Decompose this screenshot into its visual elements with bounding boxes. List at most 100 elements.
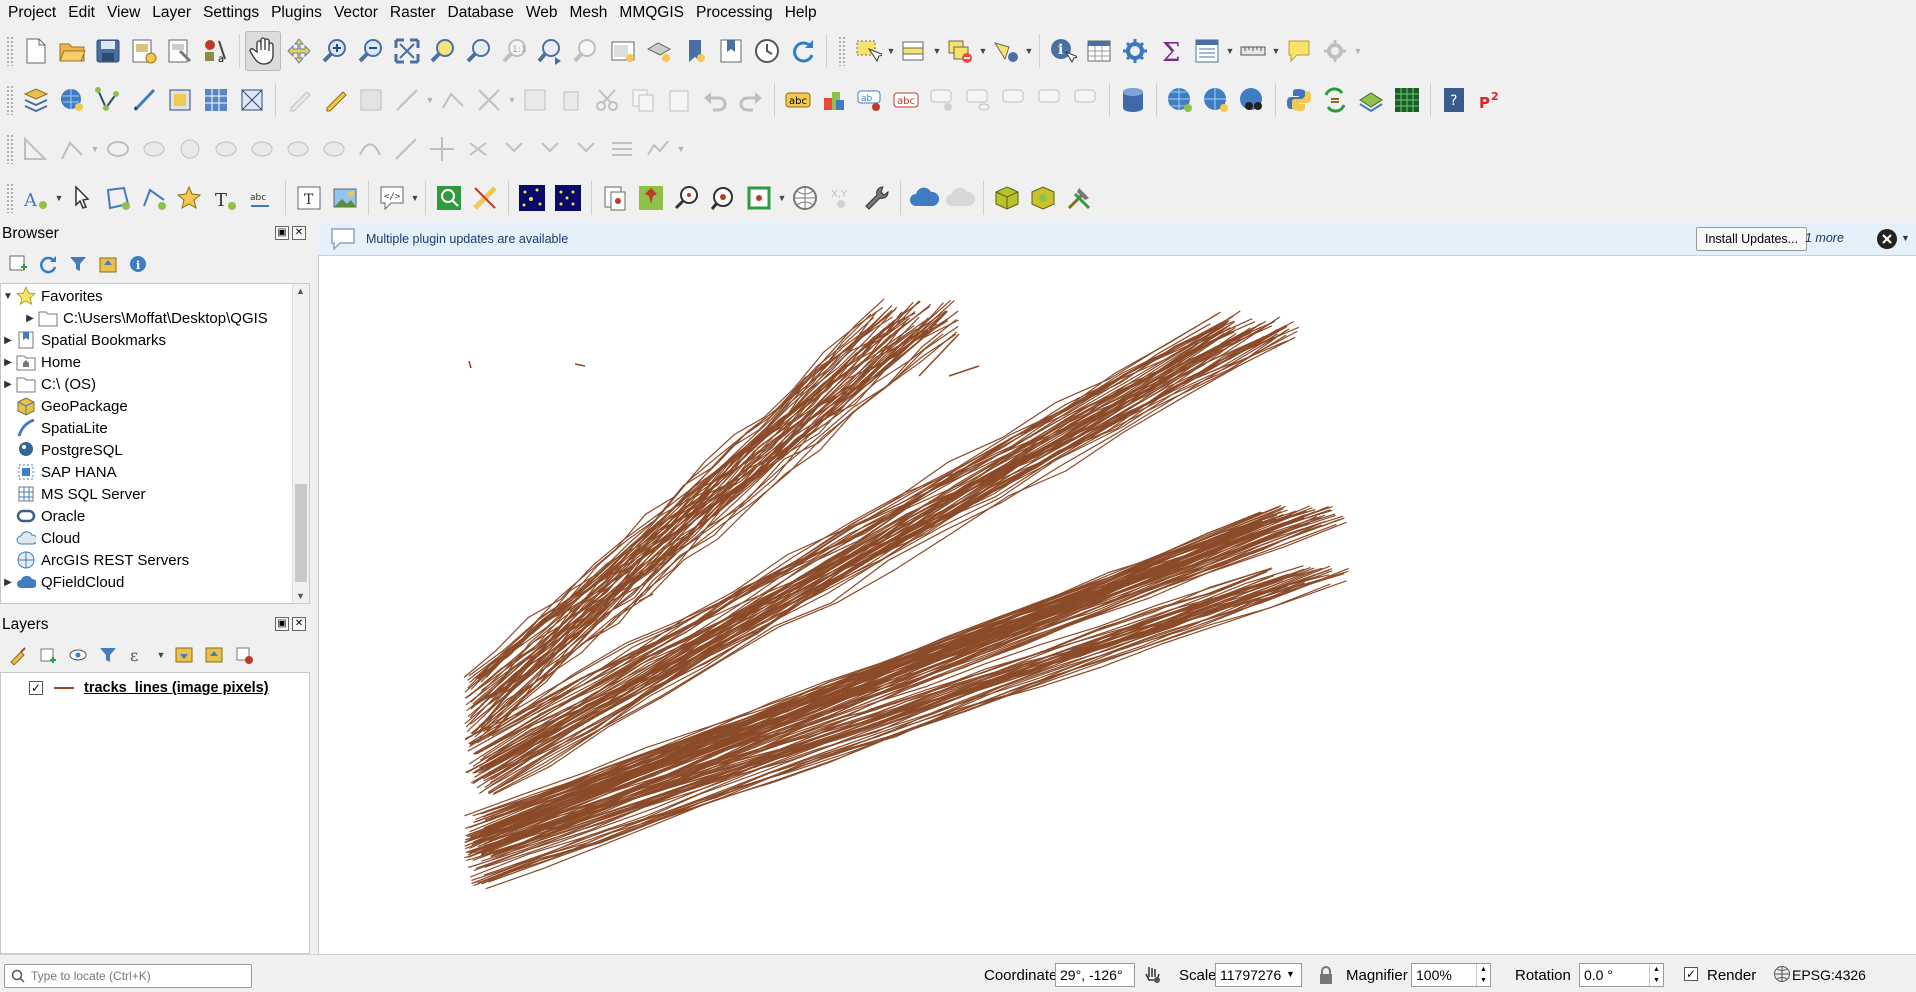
stars-plugin-icon[interactable]: [514, 178, 550, 218]
menu-edit[interactable]: Edit: [62, 0, 101, 25]
collapse-all-icon[interactable]: [96, 252, 120, 276]
menu-web[interactable]: Web: [520, 0, 564, 25]
browser-item-home[interactable]: ▶ Home: [1, 351, 81, 373]
text-annotation-icon[interactable]: T: [291, 178, 327, 218]
open-project-icon[interactable]: [54, 31, 90, 71]
filter-expression-icon[interactable]: ε: [126, 643, 150, 667]
multi-edit-dropdown-arrow[interactable]: ▼: [507, 80, 517, 120]
menu-mesh[interactable]: Mesh: [564, 0, 614, 25]
layer-item-tracks-lines[interactable]: ✓ tracks_lines (image pixels): [29, 677, 269, 699]
identify-features-icon[interactable]: i: [1045, 31, 1081, 71]
html-annotation-icon[interactable]: </>: [374, 178, 410, 218]
layout-manager-icon[interactable]: [162, 31, 198, 71]
menu-layer[interactable]: Layer: [146, 0, 197, 25]
locate-search-icon[interactable]: [431, 178, 467, 218]
float-panel-icon[interactable]: ▣: [275, 226, 289, 240]
extent-dropdown-arrow[interactable]: ▼: [777, 178, 787, 218]
browser-item-qfieldcloud[interactable]: ▶ QFieldCloud: [1, 571, 124, 593]
stars-grid-plugin-icon[interactable]: [550, 178, 586, 218]
annotation-text-icon[interactable]: A: [18, 178, 54, 218]
browser-item-spatialite[interactable]: SpatiaLite: [1, 417, 108, 439]
browser-item-favorites[interactable]: ▼ Favorites: [1, 285, 103, 307]
move-diagram-icon[interactable]: [1068, 80, 1104, 120]
toolbar-grip[interactable]: [6, 84, 14, 115]
plugin-reloader-icon[interactable]: [1317, 80, 1353, 120]
package-sync-icon[interactable]: [1025, 178, 1061, 218]
browser-item-qgis-folder[interactable]: ▶ C:\Users\Moffat\Desktop\QGIS: [23, 307, 268, 329]
layer-diagram-icon[interactable]: [816, 80, 852, 120]
wrench-tool-icon[interactable]: [859, 178, 895, 218]
new-project-icon[interactable]: [18, 31, 54, 71]
layer-labeling-icon[interactable]: abc: [780, 80, 816, 120]
zoom-in-icon[interactable]: [317, 31, 353, 71]
rotate-label-icon[interactable]: [996, 80, 1032, 120]
merge-features-icon[interactable]: [496, 129, 532, 169]
browser-item-mssql[interactable]: MS SQL Server: [1, 483, 145, 505]
close-message-icon[interactable]: [1876, 228, 1898, 250]
menu-raster[interactable]: Raster: [384, 0, 442, 25]
zoom-point-icon[interactable]: [705, 178, 741, 218]
menu-plugins[interactable]: Plugins: [265, 0, 328, 25]
globe-tool-icon[interactable]: [787, 178, 823, 218]
open-attribute-table-icon[interactable]: [1081, 31, 1117, 71]
layer-visibility-checkbox[interactable]: ✓: [29, 681, 43, 695]
reshape-features-icon[interactable]: [280, 129, 316, 169]
add-virtual-layer-icon[interactable]: [162, 80, 198, 120]
menu-settings[interactable]: Settings: [197, 0, 265, 25]
current-edits-icon[interactable]: [281, 80, 317, 120]
expand-all-icon[interactable]: [172, 643, 196, 667]
cut-features-icon[interactable]: [589, 80, 625, 120]
add-mesh-layer-icon[interactable]: [234, 80, 270, 120]
reverse-line-icon[interactable]: [352, 129, 388, 169]
select-dropdown-arrow[interactable]: ▼: [886, 31, 896, 71]
text-along-line-icon[interactable]: abc: [244, 178, 280, 218]
deselect-features-icon[interactable]: [942, 31, 978, 71]
select-by-value-icon[interactable]: [896, 31, 932, 71]
rotation-spinner[interactable]: ▲ ▼: [1649, 964, 1663, 986]
measure-tool-icon[interactable]: [467, 178, 503, 218]
menu-view[interactable]: View: [101, 0, 146, 25]
expand-arrow-icon[interactable]: ▶: [1, 357, 15, 368]
message-dropdown-arrow[interactable]: ▼: [1901, 233, 1910, 243]
show-hide-labels-icon[interactable]: [960, 80, 996, 120]
cloud-download-icon[interactable]: [942, 178, 978, 218]
deselect-dropdown-arrow[interactable]: ▼: [978, 31, 988, 71]
measure-line-icon[interactable]: [1235, 31, 1271, 71]
toolbar-grip[interactable]: [6, 133, 14, 164]
add-part-icon[interactable]: [136, 129, 172, 169]
extent-tool-icon[interactable]: [741, 178, 777, 218]
zoom-out-icon[interactable]: [353, 31, 389, 71]
locator-search-field[interactable]: Type to locate (Ctrl+K): [4, 964, 252, 988]
browser-scrollbar[interactable]: ▲ ▼: [292, 284, 309, 603]
create-polygon-annotation-icon[interactable]: [100, 178, 136, 218]
html-annotation-dropdown-arrow[interactable]: ▼: [410, 178, 420, 218]
browser-item-oracle[interactable]: Oracle: [1, 505, 85, 527]
menu-database[interactable]: Database: [442, 0, 520, 25]
magnifier-spinner[interactable]: ▲ ▼: [1476, 964, 1490, 986]
refresh-icon[interactable]: [785, 31, 821, 71]
attribute-table-dropdown-arrow[interactable]: ▼: [1225, 31, 1235, 71]
annotation-dropdown-arrow[interactable]: ▼: [54, 178, 64, 218]
mouse-coordinate-toggle-icon[interactable]: [1142, 965, 1162, 989]
cloud-upload-icon[interactable]: [906, 178, 942, 218]
browser-item-postgresql[interactable]: PostgreSQL: [1, 439, 123, 461]
advanced-digitizing-icon[interactable]: [18, 129, 54, 169]
xy-tool-icon[interactable]: X,Y: [823, 178, 859, 218]
menu-help[interactable]: Help: [779, 0, 823, 25]
toolbar-grip[interactable]: [6, 35, 14, 66]
more-messages-link[interactable]: 1 more: [1805, 231, 1844, 245]
map-tips-icon[interactable]: [1281, 31, 1317, 71]
lock-scale-icon[interactable]: [1318, 965, 1334, 989]
delete-ring-icon[interactable]: [208, 129, 244, 169]
paste-features-icon[interactable]: [661, 80, 697, 120]
zoom-to-layer-icon[interactable]: [461, 31, 497, 71]
redo-icon[interactable]: [733, 80, 769, 120]
add-vector-layer-icon[interactable]: [54, 80, 90, 120]
add-raster-layer-icon[interactable]: [198, 80, 234, 120]
new-map-view-icon[interactable]: [605, 31, 641, 71]
pin-marker-icon[interactable]: [633, 178, 669, 218]
trim-extend-icon[interactable]: [388, 129, 424, 169]
pan-map-icon[interactable]: [245, 30, 281, 71]
toolbar-grip[interactable]: [6, 182, 14, 213]
shape-dropdown-arrow[interactable]: ▼: [90, 129, 100, 169]
